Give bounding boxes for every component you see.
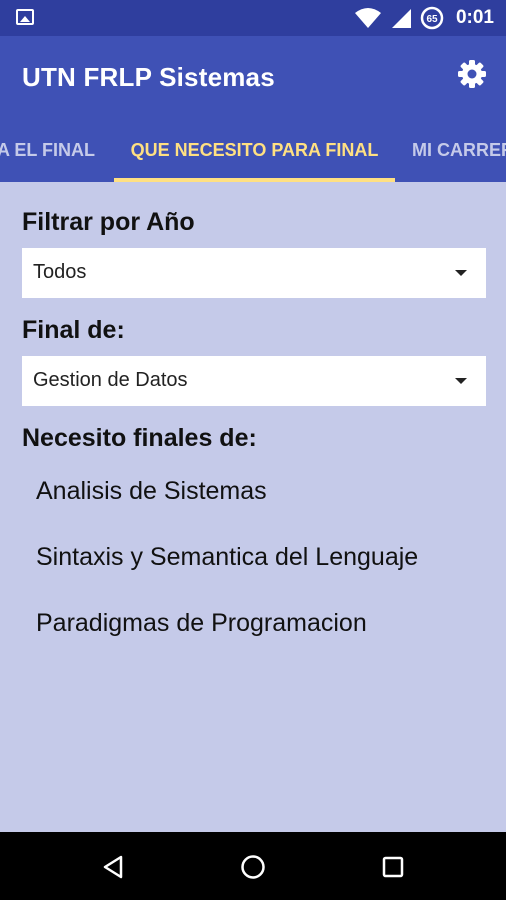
final-select[interactable]: Gestion de Datos	[22, 356, 486, 406]
recents-button[interactable]	[376, 850, 410, 884]
image-icon	[16, 9, 34, 25]
list-item: Paradigmas de Programacion	[36, 609, 367, 637]
wifi-icon	[354, 8, 381, 28]
navigation-bar	[0, 832, 506, 900]
back-button[interactable]	[96, 850, 130, 884]
recents-icon	[382, 856, 404, 878]
tab-que-necesito[interactable]: QUE NECESITO PARA FINAL	[114, 118, 395, 182]
battery-saver-icon: 65	[420, 6, 444, 30]
status-bar: 65 0:01	[0, 0, 506, 36]
settings-button[interactable]	[456, 58, 488, 90]
year-filter-value: Todos	[33, 261, 87, 283]
main-content: Filtrar por Año Todos Final de: Gestion …	[0, 182, 506, 832]
dropdown-arrow-icon	[455, 270, 467, 276]
final-label: Final de:	[22, 316, 125, 344]
status-icons: 65 0:01	[354, 6, 494, 30]
needed-label: Necesito finales de:	[22, 424, 257, 452]
gear-icon	[458, 60, 486, 88]
tab-bar: A EL FINAL QUE NECESITO PARA FINAL MI CA…	[0, 118, 506, 182]
final-select-value: Gestion de Datos	[33, 369, 188, 391]
list-item: Sintaxis y Semantica del Lenguaje	[36, 543, 419, 571]
filter-label: Filtrar por Año	[22, 208, 195, 236]
back-icon	[103, 855, 123, 879]
tab-el-final[interactable]: A EL FINAL	[0, 118, 95, 182]
battery-level: 65	[426, 14, 438, 25]
signal-icon	[391, 9, 411, 28]
dropdown-arrow-icon	[455, 378, 467, 384]
app-bar: UTN FRLP Sistemas	[0, 36, 506, 118]
year-filter-select[interactable]: Todos	[22, 248, 486, 298]
list-item: Analisis de Sistemas	[36, 477, 267, 505]
status-time: 0:01	[455, 7, 494, 28]
app-title: UTN FRLP Sistemas	[22, 62, 275, 92]
tab-mi-carrera[interactable]: MI CARRER	[412, 118, 506, 182]
home-button[interactable]	[236, 850, 270, 884]
home-icon	[241, 855, 265, 879]
